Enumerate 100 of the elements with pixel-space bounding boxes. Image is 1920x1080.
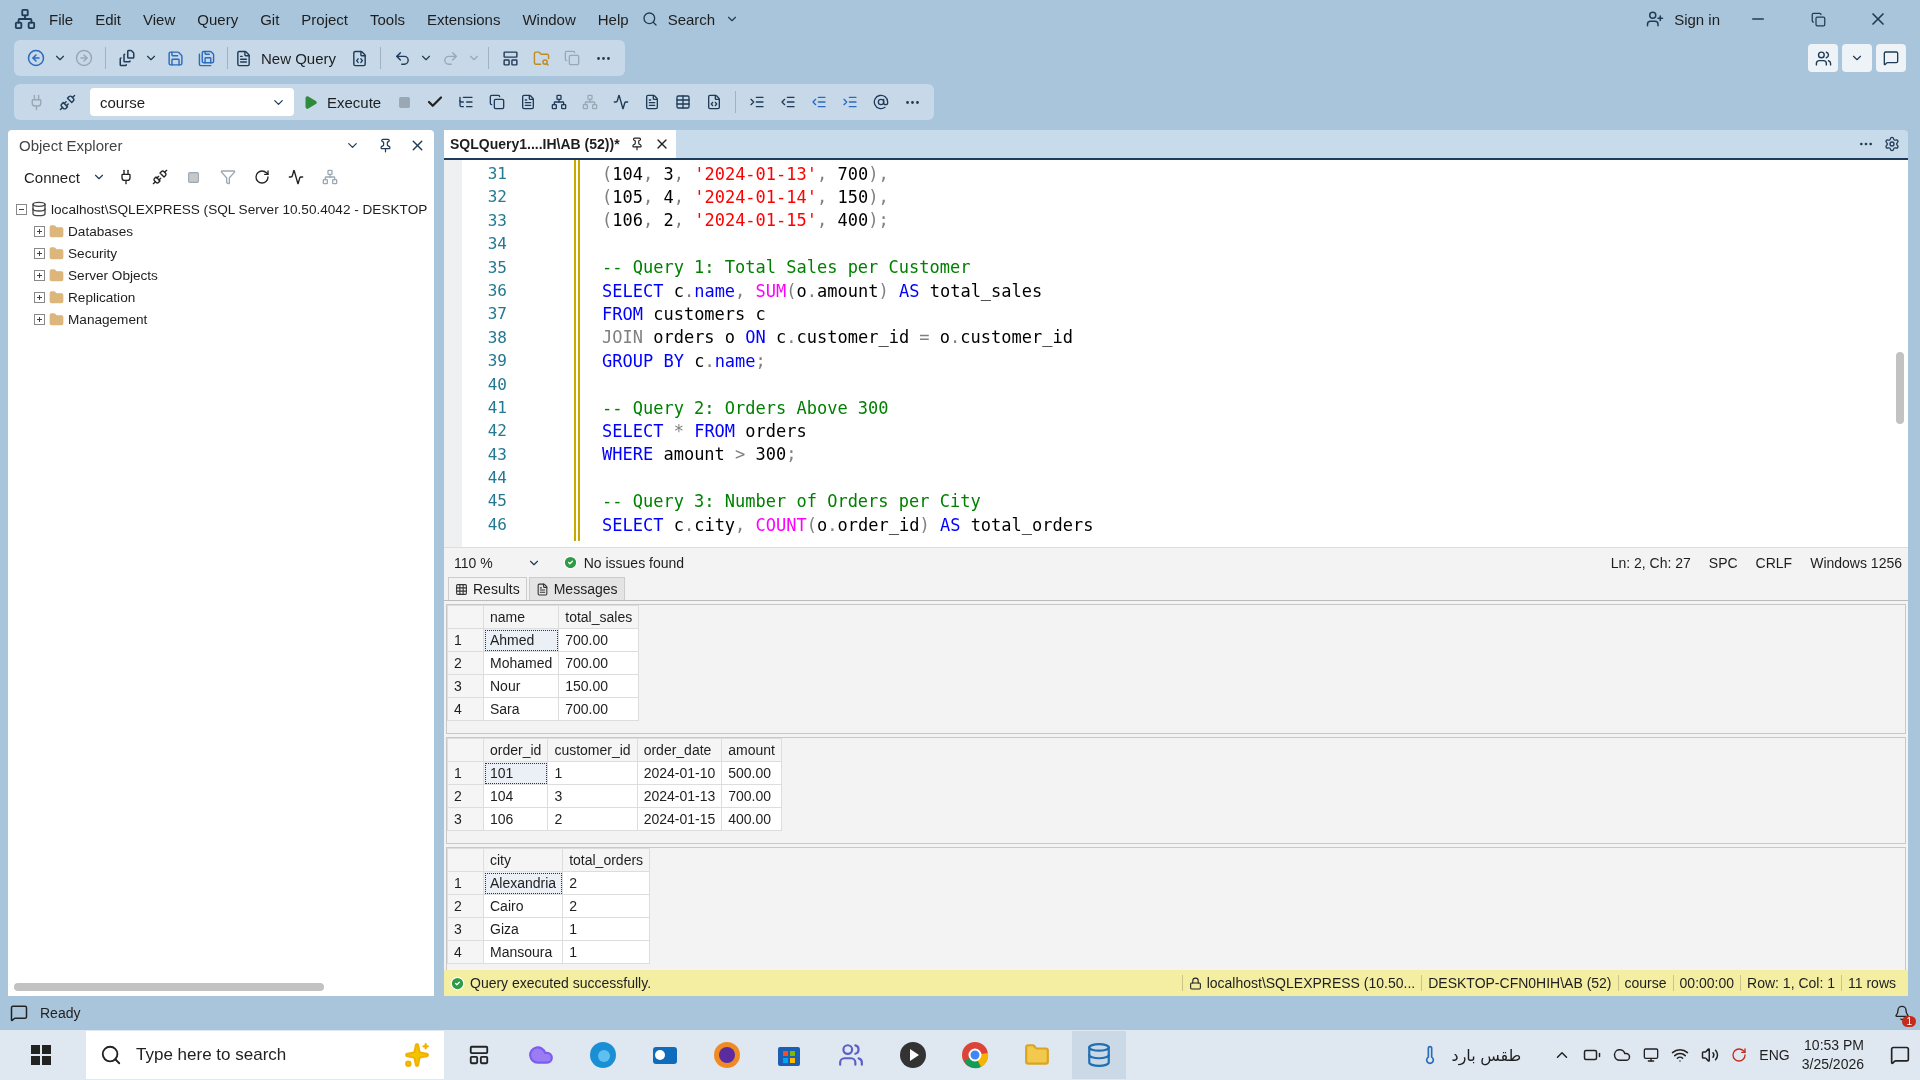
database-icon[interactable] [1086,1042,1112,1068]
monitor-icon[interactable] [1643,1047,1660,1063]
grid-icon[interactable] [455,582,468,596]
indent-icon[interactable] [749,94,766,110]
menu-item[interactable]: File [40,6,83,32]
menu-item[interactable]: Query [188,6,248,32]
outdent-icon[interactable] [780,94,797,110]
restore-icon[interactable] [1810,11,1826,27]
new-query-button[interactable]: New Query [255,46,343,70]
results-tab[interactable]: Messages [528,577,625,600]
column-header[interactable]: amount [721,738,782,762]
code-file-icon[interactable] [350,49,368,67]
expand-icon[interactable] [34,269,45,281]
menu-item[interactable]: Window [513,6,585,32]
tree-item[interactable]: Server Objects [68,267,158,283]
sign-in-link[interactable]: Sign in [1668,7,1726,31]
notification-center-icon[interactable] [1890,1045,1910,1065]
shield-app-icon[interactable] [713,1041,741,1069]
undo-icon[interactable] [393,49,411,67]
execute-button[interactable]: Execute [321,90,388,114]
teams-icon[interactable] [838,1042,864,1068]
indent-icon[interactable] [842,94,859,110]
column-header[interactable]: total_orders [562,848,650,872]
search-menu[interactable]: Search [661,7,722,31]
windows-logo-icon[interactable] [31,1045,51,1065]
cloud-icon[interactable] [1613,1046,1632,1064]
new-file-icon[interactable] [118,49,136,67]
pin-icon[interactable] [629,137,644,151]
users-icon[interactable] [1814,49,1832,67]
wifi-icon[interactable] [1671,1046,1690,1064]
menu-item[interactable]: Extensions [418,6,510,32]
column-header[interactable]: order_id [483,738,548,762]
account-icon[interactable] [1646,10,1665,28]
menu-item[interactable]: Edit [86,6,131,32]
code-editor[interactable] [444,160,1908,547]
output-icon[interactable] [10,1004,28,1022]
code-file-icon[interactable] [706,94,723,110]
pulse-icon[interactable] [287,169,304,185]
menu-item[interactable]: Project [292,6,357,32]
settings-icon[interactable] [1884,136,1900,152]
browser-icon[interactable] [589,1041,617,1069]
outdent-icon[interactable] [811,94,828,110]
results-tab[interactable]: Results [448,577,527,600]
clock-time[interactable]: 10:53 PM [1804,1036,1864,1055]
tree-item[interactable]: Replication [68,289,136,305]
save-icon[interactable] [166,49,184,67]
copy-icon[interactable] [489,94,506,110]
expand-icon[interactable] [34,291,45,303]
menu-item[interactable]: Tools [361,6,415,32]
search-icon[interactable] [100,1044,122,1066]
document-icon[interactable] [520,94,537,110]
column-header[interactable]: order_date [637,738,722,762]
unplug-icon[interactable] [151,169,168,185]
scrollbar-thumb[interactable] [14,983,324,991]
tree-item[interactable]: Databases [68,223,133,239]
taskbar-search-field[interactable]: Type here to search [86,1031,444,1079]
refresh-icon[interactable] [253,169,270,185]
play-icon[interactable] [303,94,318,110]
table-icon[interactable] [675,94,692,110]
volume-icon[interactable] [1701,1046,1720,1064]
tree-item[interactable]: Security [68,245,118,261]
expand-icon[interactable] [34,313,45,325]
column-header[interactable]: city [483,848,563,872]
panel-icon[interactable] [501,49,519,67]
search-icon[interactable] [641,11,658,27]
language-indicator[interactable]: ENG [1759,1047,1790,1063]
column-header[interactable]: name [483,605,559,629]
connect-button[interactable]: Connect [18,165,86,189]
pulse-icon[interactable] [613,94,630,110]
document-icon[interactable] [235,49,252,67]
save-all-icon[interactable] [197,49,215,67]
user-name: DESKTOP-CFN0HIH\AB (52) [1421,975,1618,991]
weather-text[interactable]: طقس بارد [1451,1045,1522,1065]
unplug-icon[interactable] [58,93,76,111]
feedback-icon[interactable] [1883,50,1899,66]
collapse-icon[interactable] [16,203,27,215]
scrollbar-thumb[interactable] [1896,352,1904,424]
clock-date[interactable]: 3/25/2026 [1801,1055,1864,1074]
task-view-icon[interactable] [468,1044,490,1066]
expand-icon[interactable] [34,225,45,237]
media-player-icon[interactable] [899,1041,927,1069]
zoom-select[interactable]: 110 % [450,554,545,571]
network-icon[interactable] [551,94,568,110]
tree-item[interactable]: localhost\SQLEXPRESS (SQL Server 10.50.4042 - DESKTOP [51,201,428,217]
column-header[interactable]: customer_id [547,738,638,762]
at-sign-icon[interactable] [873,94,890,110]
tree-item[interactable]: Management [68,311,148,327]
document-icon[interactable] [644,94,661,110]
document-tab[interactable]: SQLQuery1....IH\AB (52))* [444,130,676,158]
column-header[interactable]: total_sales [558,605,639,629]
back-icon[interactable] [27,49,45,67]
menu-item[interactable]: Git [251,6,289,32]
chrome-icon[interactable] [961,1041,989,1069]
menu-item[interactable]: View [134,6,185,32]
menu-item[interactable]: Help [588,6,638,32]
database-select[interactable]: course [90,88,294,116]
document-icon[interactable] [535,582,549,596]
pin-icon[interactable] [378,137,393,153]
list-tree-icon[interactable] [458,94,475,110]
expand-icon[interactable] [34,247,45,259]
